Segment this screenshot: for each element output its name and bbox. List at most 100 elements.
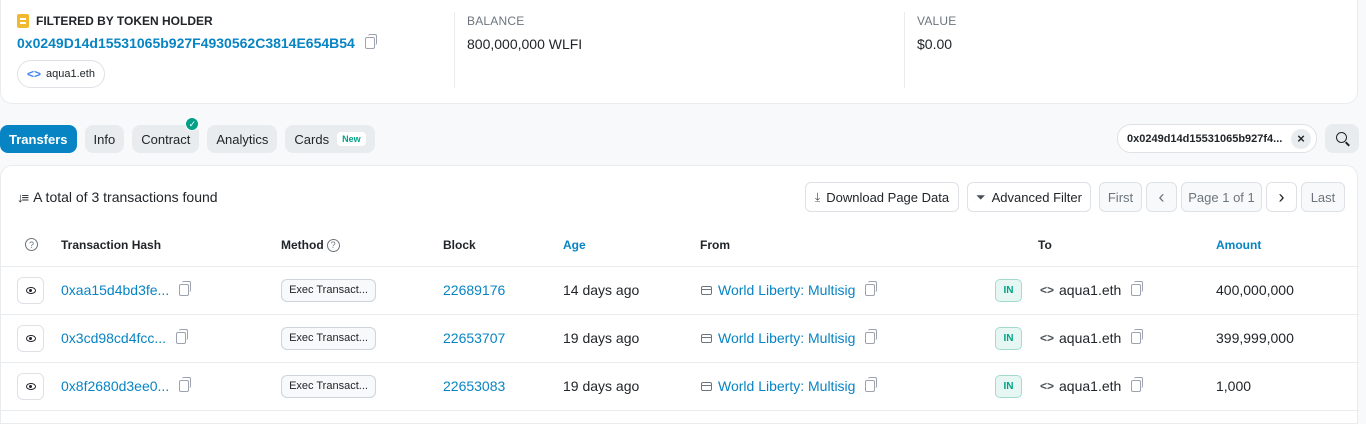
age-text: 14 days ago — [563, 282, 640, 298]
close-icon[interactable]: × — [1291, 128, 1311, 149]
column-header-method: Method ? — [281, 238, 340, 252]
value-column: VALUE $0.00 — [917, 0, 1337, 88]
holder-address-row: 0x0249D14d15531065b927F4930562C3814E654B… — [17, 34, 377, 51]
block-link[interactable]: 22689176 — [443, 282, 505, 298]
copy-icon[interactable] — [179, 281, 192, 296]
tab-transfers[interactable]: Transfers — [0, 125, 77, 153]
column-header-txhash: Transaction Hash — [61, 238, 162, 252]
table-row: 0x8f2680d3ee0... Exec Transact... 226530… — [1, 362, 1359, 410]
copy-icon[interactable] — [1131, 329, 1144, 344]
copy-icon[interactable] — [865, 377, 878, 392]
ens-name-text: aqua1.eth — [46, 68, 95, 80]
row-divider — [1, 410, 1359, 411]
summary-text: A total of 3 transactions found — [33, 189, 218, 205]
sort-icon[interactable]: ↓≡ — [17, 190, 29, 205]
method-header-label: Method — [281, 238, 324, 252]
column-header-age[interactable]: Age — [563, 238, 586, 252]
table-row: 0xaa15d4bd3fe... Exec Transact... 226891… — [1, 266, 1359, 314]
to-address[interactable]: aqua1.eth — [1059, 330, 1121, 346]
token-holder-card: FILTERED BY TOKEN HOLDER 0x0249D14d15531… — [0, 0, 1358, 104]
address-filter-chip: 0x0249d14d15531065b927f4... × — [1117, 124, 1317, 153]
download-page-data-button[interactable]: ⤓ Download Page Data — [805, 182, 959, 212]
to-address[interactable]: aqua1.eth — [1059, 282, 1121, 298]
copy-icon[interactable] — [364, 34, 377, 49]
column-divider — [904, 12, 905, 88]
tab-cards[interactable]: Cards New — [285, 125, 375, 153]
holder-column: FILTERED BY TOKEN HOLDER 0x0249D14d15531… — [17, 0, 453, 88]
from-link[interactable]: World Liberty: Multisig — [718, 378, 855, 394]
from-link[interactable]: World Liberty: Multisig — [718, 282, 855, 298]
copy-icon[interactable] — [179, 377, 192, 392]
details-help-icon[interactable]: ? — [25, 238, 38, 251]
search-icon — [1335, 132, 1347, 143]
preview-button[interactable] — [17, 372, 44, 400]
amount-value: 1,000 — [1216, 378, 1252, 394]
tab-info-label: Info — [93, 131, 116, 147]
column-header-to: To — [1038, 238, 1052, 252]
block-link[interactable]: 22653707 — [443, 330, 505, 346]
tx-hash-link[interactable]: 0x8f2680d3ee0... — [61, 378, 169, 394]
contract-icon — [701, 285, 712, 295]
filter-chip-text: 0x0249d14d15531065b927f4... — [1127, 132, 1283, 145]
help-icon[interactable]: ? — [326, 238, 340, 252]
direction-badge: IN — [995, 278, 1022, 302]
verified-check-icon: ✓ — [185, 117, 200, 131]
page-indicator: Page 1 of 1 — [1181, 182, 1262, 212]
advanced-filter-button[interactable]: ⏷ Advanced Filter — [967, 182, 1091, 212]
tab-info[interactable]: Info — [84, 125, 125, 153]
holder-title-text: FILTERED BY TOKEN HOLDER — [36, 14, 213, 28]
next-page-button[interactable]: › — [1266, 182, 1297, 212]
amount-value: 399,999,000 — [1216, 330, 1294, 346]
funnel-icon: ⏷ — [976, 189, 986, 204]
tx-hash-link[interactable]: 0xaa15d4bd3fe... — [61, 282, 169, 298]
download-label: Download Page Data — [826, 189, 950, 205]
copy-icon[interactable] — [865, 329, 878, 344]
table-row: 0x3cd98cd4fcc... Exec Transact... 226537… — [1, 314, 1359, 362]
eye-icon — [25, 286, 36, 294]
tab-transfers-label: Transfers — [9, 131, 68, 147]
to-address[interactable]: aqua1.eth — [1059, 378, 1121, 394]
tab-analytics[interactable]: Analytics — [207, 125, 278, 153]
preview-button[interactable] — [17, 324, 44, 352]
direction-badge: IN — [995, 374, 1022, 398]
balance-column: BALANCE 800,000,000 WLFI — [467, 0, 887, 88]
holder-title: FILTERED BY TOKEN HOLDER — [17, 14, 213, 28]
contract-icon — [701, 381, 712, 391]
tab-bar: Transfers Info Contract ✓ Analytics Card… — [0, 117, 375, 153]
download-icon: ⤓ — [814, 189, 821, 204]
column-header-block: Block — [443, 238, 476, 252]
filter-icon — [17, 14, 29, 28]
help-icon: ? — [25, 238, 38, 251]
last-page-button[interactable]: Last — [1301, 182, 1345, 212]
block-link[interactable]: 22653083 — [443, 378, 505, 394]
amount-value: 400,000,000 — [1216, 282, 1294, 298]
ens-name-pill[interactable]: <> aqua1.eth — [17, 60, 105, 88]
value-label: VALUE — [917, 14, 957, 28]
tab-contract[interactable]: Contract ✓ — [132, 117, 200, 153]
advanced-filter-label: Advanced Filter — [991, 189, 1082, 205]
ens-icon: <> — [1040, 379, 1055, 393]
transactions-summary: ↓≡ A total of 3 transactions found — [17, 189, 218, 205]
prev-page-button[interactable]: ‹ — [1146, 182, 1177, 212]
copy-icon[interactable] — [1131, 377, 1144, 392]
tab-contract-label: Contract — [141, 131, 191, 147]
copy-icon[interactable] — [176, 329, 189, 344]
preview-button[interactable] — [17, 276, 44, 304]
first-page-button[interactable]: First — [1099, 182, 1142, 212]
from-link[interactable]: World Liberty: Multisig — [718, 330, 855, 346]
tx-hash-link[interactable]: 0x3cd98cd4fcc... — [61, 330, 166, 346]
balance-value: 800,000,000 WLFI — [467, 36, 583, 52]
ens-icon: <> — [1040, 283, 1055, 297]
column-header-from: From — [700, 238, 730, 252]
eye-icon — [25, 382, 36, 390]
holder-address-link[interactable]: 0x0249D14d15531065b927F4930562C3814E654B… — [17, 35, 355, 51]
copy-icon[interactable] — [1131, 281, 1144, 296]
column-header-amount[interactable]: Amount — [1216, 238, 1261, 252]
age-text: 19 days ago — [563, 378, 640, 394]
copy-icon[interactable] — [865, 281, 878, 296]
ens-icon: <> — [27, 67, 42, 81]
search-button[interactable] — [1325, 124, 1359, 153]
ens-icon: <> — [1040, 331, 1055, 345]
transactions-card: ↓≡ A total of 3 transactions found ⤓ Dow… — [0, 165, 1359, 424]
tab-cards-label: Cards — [294, 131, 330, 147]
